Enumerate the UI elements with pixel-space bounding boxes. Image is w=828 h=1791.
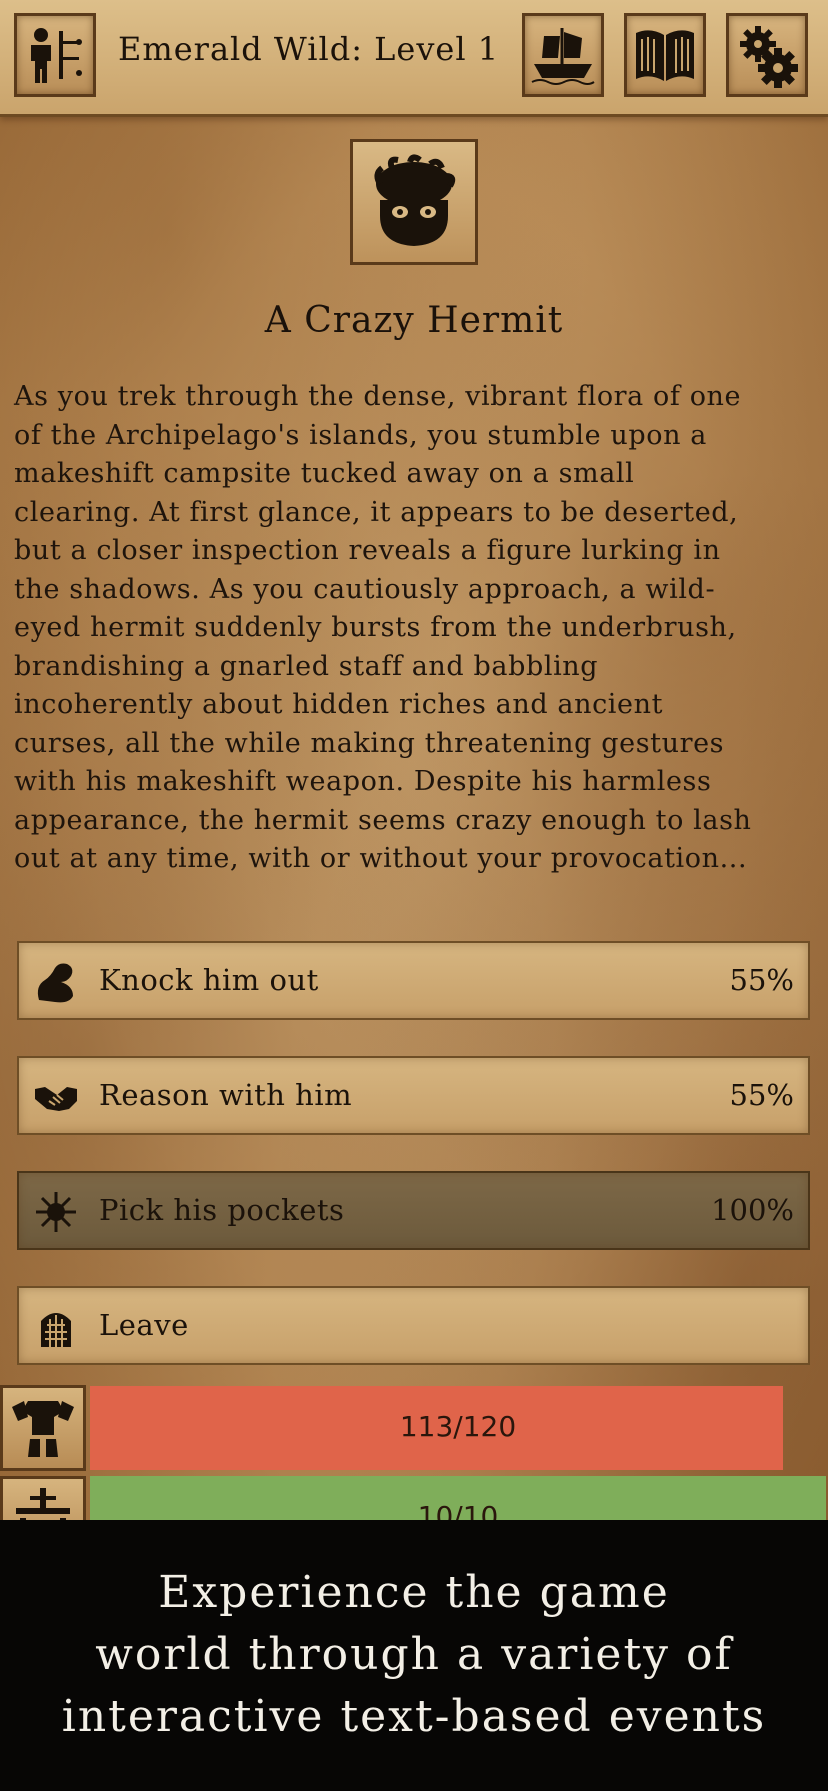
health-bar: 113/120: [90, 1386, 826, 1470]
settings-icon[interactable]: [726, 13, 808, 97]
story-line: eyed hermit suddenly bursts from the und…: [14, 612, 737, 643]
story-line: with his makeshift weapon. Despite his h…: [14, 766, 712, 797]
flexed-arm-icon: [37, 963, 73, 1003]
character-icon[interactable]: [14, 13, 96, 97]
story-line: brandishing a gnarled staff and babbling: [14, 650, 599, 682]
choice-label: Pick his pockets: [99, 1193, 345, 1227]
caption-line: world through a variety of: [95, 1629, 733, 1680]
choice-leave[interactable]: Leave: [17, 1286, 810, 1365]
caption-line: Experience the game: [158, 1567, 670, 1618]
story-line: curses, all the while making threatening…: [14, 727, 725, 759]
story-line: makeshift campsite tucked away on a smal…: [14, 458, 635, 489]
choice-label: Knock him out: [99, 963, 319, 997]
story-line: appearance, the hermit seems crazy enoug…: [14, 804, 752, 836]
crew-bar: 10/10: [90, 1476, 826, 1520]
story-line: out at any time, with or without your pr…: [14, 843, 748, 874]
ship-icon[interactable]: [522, 13, 604, 97]
gate-icon: [41, 1313, 71, 1347]
caption-line: interactive text-based events: [61, 1691, 767, 1742]
choice-label: Leave: [99, 1308, 189, 1342]
story-line: incoherently about hidden riches and anc…: [14, 689, 664, 720]
choice-reason-with-him[interactable]: Reason with him 55%: [17, 1056, 810, 1135]
choice-chance: 55%: [729, 1078, 794, 1112]
choice-label: Reason with him: [99, 1078, 353, 1112]
story-line: but a closer inspection reveals a figure…: [14, 535, 721, 566]
handshake-icon: [35, 1087, 77, 1111]
game-screen: Emerald Wild: Level 1 A Crazy Hermit As …: [0, 0, 828, 1520]
armor-icon: [0, 1385, 86, 1471]
event-title: A Crazy Hermit: [264, 300, 564, 341]
thief-icon: [36, 1192, 76, 1232]
choice-chance: 55%: [729, 963, 794, 997]
story-line: As you trek through the dense, vibrant f…: [14, 381, 742, 412]
choice-pick-his-pockets[interactable]: Pick his pockets 100%: [17, 1171, 810, 1250]
event-description: As you trek through the dense, vibrant f…: [14, 378, 814, 879]
story-line: the shadows. As you cautiously approach,…: [14, 573, 716, 605]
story-line: clearing. At first glance, it appears to…: [14, 496, 739, 528]
hermit-face-icon: [350, 139, 478, 265]
level-title: Emerald Wild: Level 1: [118, 30, 500, 68]
story-line: of the Archipelago's islands, you stumbl…: [14, 419, 707, 451]
choice-chance: 100%: [711, 1193, 794, 1227]
crew-icon: [0, 1476, 86, 1520]
top-bar: Emerald Wild: Level 1: [0, 0, 828, 117]
promo-caption: Experience the game world through a vari…: [0, 1520, 828, 1791]
choice-knock-him-out[interactable]: Knock him out 55%: [17, 941, 810, 1020]
health-value: 113/120: [399, 1410, 517, 1443]
journal-icon[interactable]: [624, 13, 706, 97]
crew-value: 10/10: [417, 1500, 499, 1520]
